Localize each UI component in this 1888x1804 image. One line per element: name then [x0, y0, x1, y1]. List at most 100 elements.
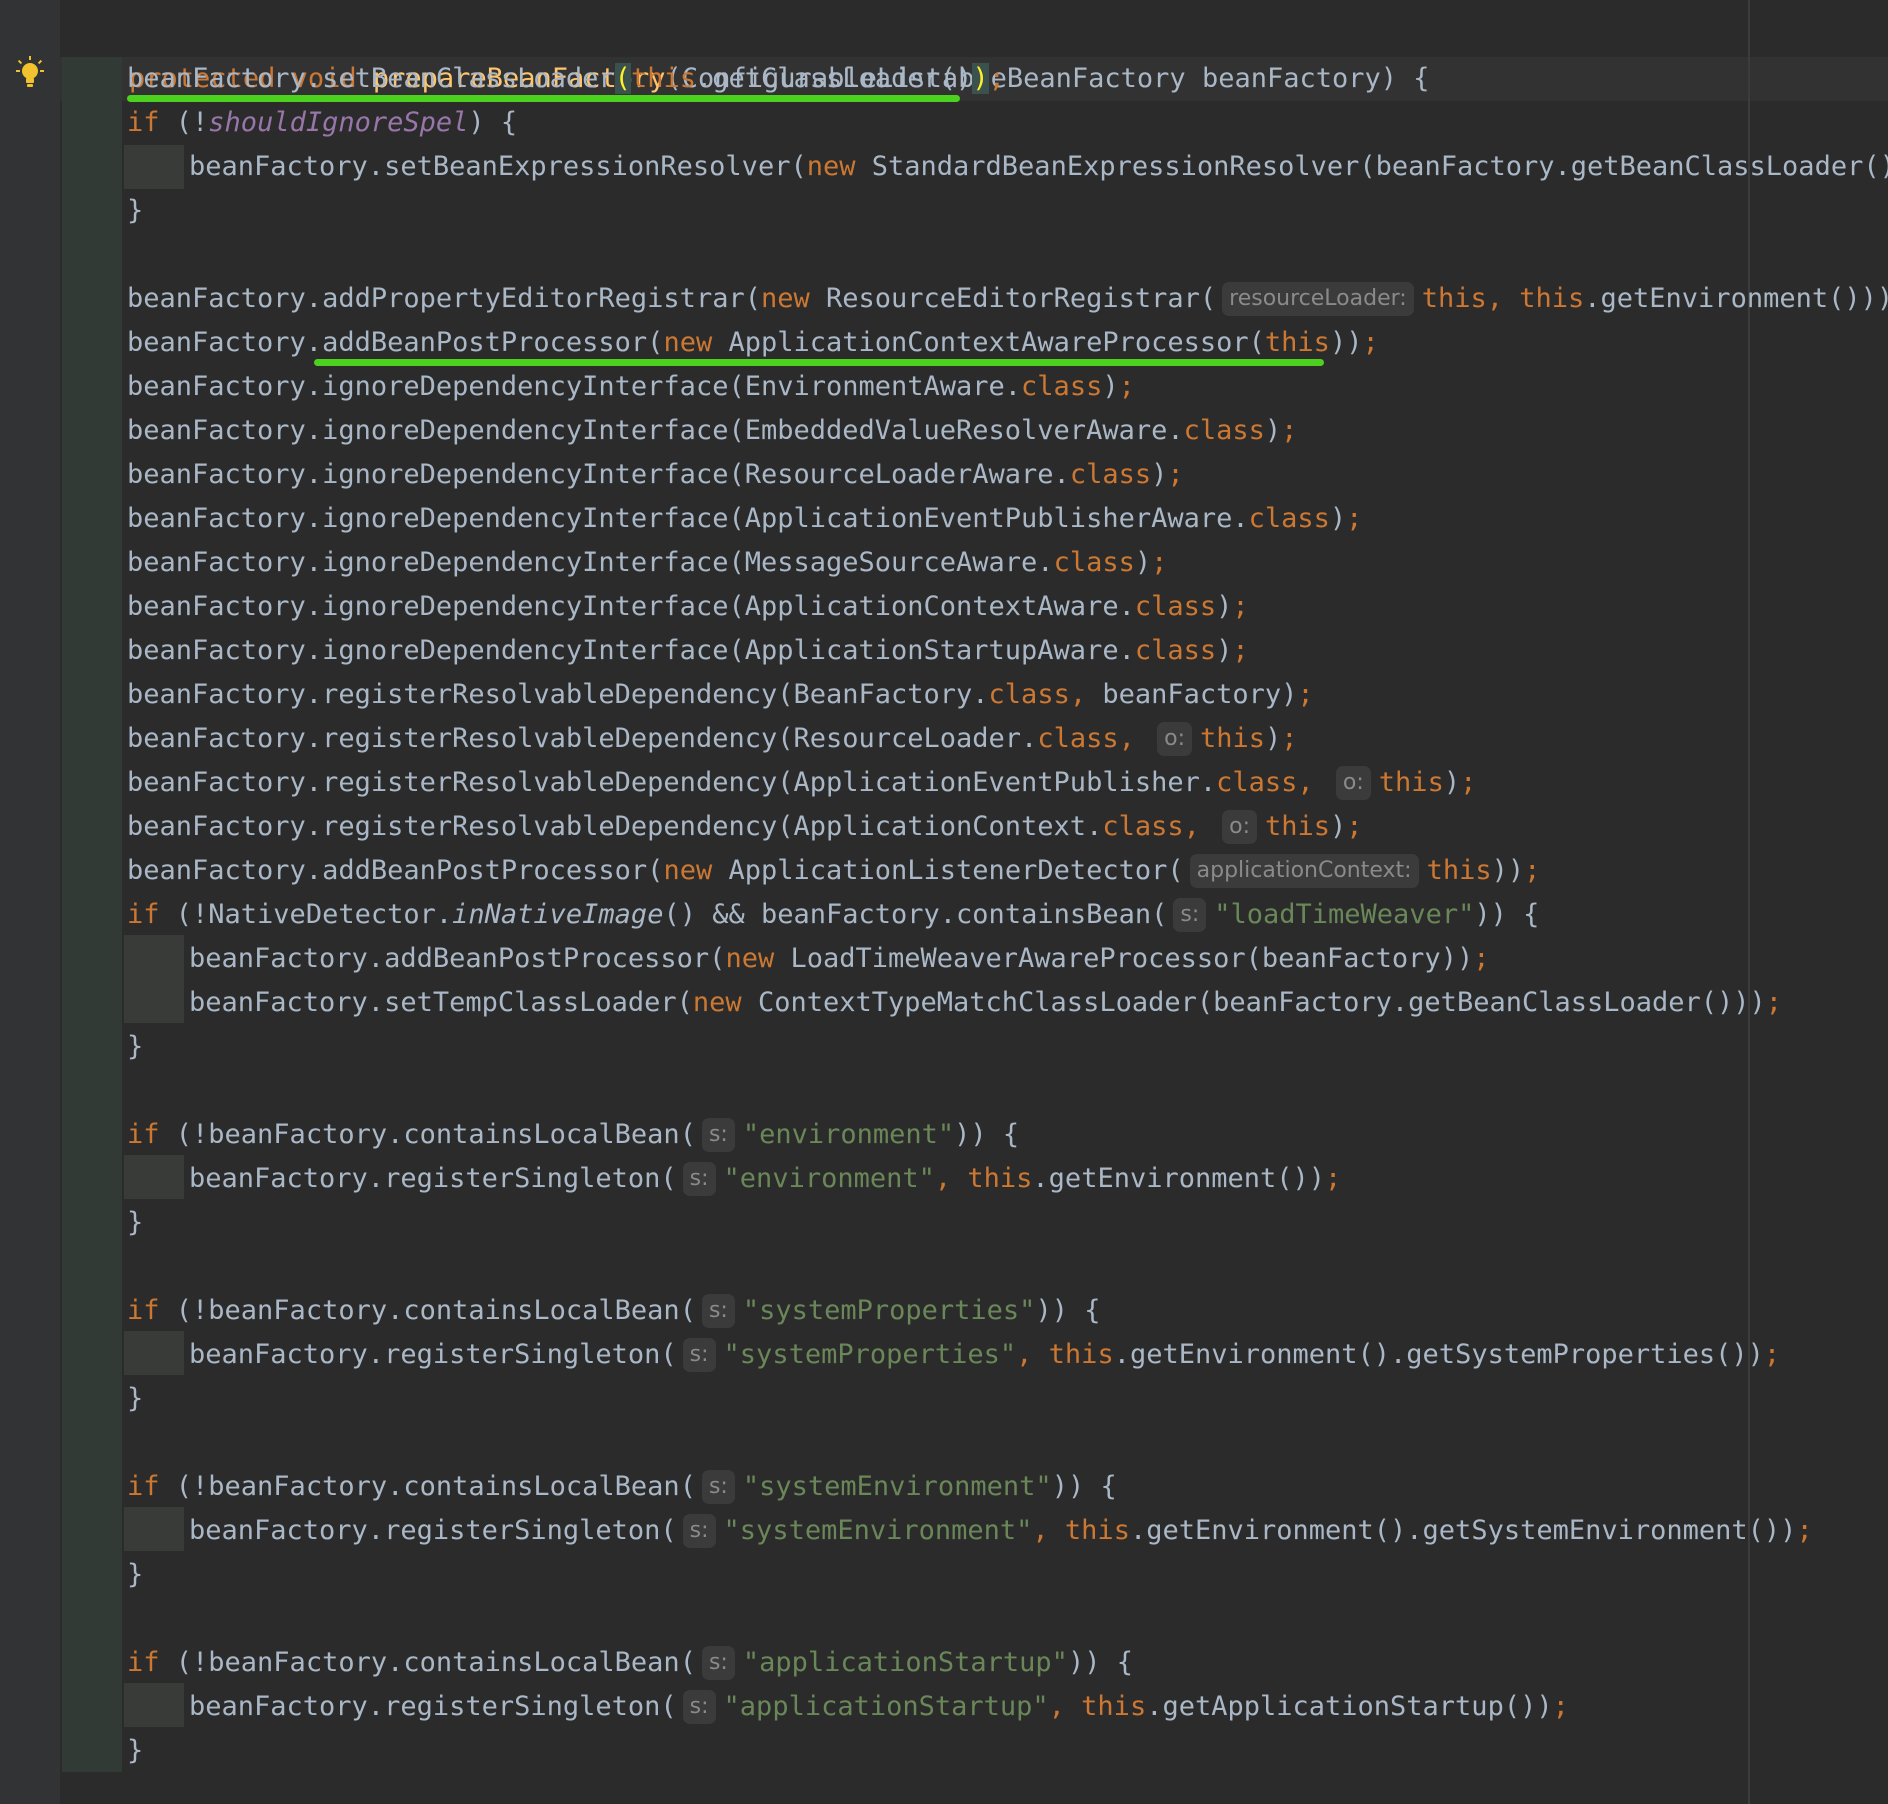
code-text: )) { — [1474, 899, 1540, 930]
code-text: } — [127, 1383, 144, 1414]
code-text: beanFactory.registerSingleton( — [189, 1163, 677, 1194]
code-line[interactable]: } — [127, 1377, 143, 1421]
editor-gutter[interactable] — [0, 0, 60, 1804]
code-line[interactable]: } — [127, 1729, 143, 1773]
code-text: beanFactory.registerResolvableDependency… — [127, 723, 1038, 754]
keyword: this — [1519, 283, 1585, 314]
code-line[interactable]: if (!beanFactory.containsLocalBean(s: "sy… — [127, 1465, 1117, 1509]
code-line[interactable]: beanFactory.setTempClassLoader(new Conte… — [189, 981, 1782, 1025]
parameter-hint: s: — [701, 1470, 735, 1504]
comma: , — [1016, 1339, 1049, 1370]
code-line[interactable]: beanFactory.ignoreDependencyInterface(Em… — [127, 409, 1297, 453]
code-text: .getApplicationStartup()) — [1146, 1691, 1553, 1722]
string-literal: "applicationStartup" — [723, 1691, 1049, 1722]
code-line[interactable]: if (!shouldIgnoreSpel) { — [127, 101, 517, 145]
static-method: inNativeImage — [452, 899, 664, 930]
code-text: (!beanFactory.containsLocalBean( — [159, 1647, 696, 1678]
indent-block — [124, 1507, 184, 1551]
code-line[interactable]: beanFactory.registerResolvableDependency… — [127, 717, 1298, 761]
code-line[interactable]: beanFactory.registerResolvableDependency… — [127, 761, 1476, 805]
code-text: beanFactory.ignoreDependencyInterface(Ap… — [127, 635, 1135, 666]
code-text: beanFactory.ignoreDependencyInterface(Ap… — [127, 503, 1249, 534]
semicolon: ; — [1232, 591, 1249, 622]
code-text: ) — [1151, 459, 1168, 490]
code-line[interactable]: beanFactory.ignoreDependencyInterface(En… — [127, 365, 1135, 409]
semicolon: ; — [1524, 855, 1541, 886]
code-line[interactable]: } — [127, 1553, 143, 1597]
parameter-hint: applicationContext: — [1189, 854, 1419, 888]
code-text: ApplicationListenerDetector( — [712, 855, 1184, 886]
code-text: beanFactory.ignoreDependencyInterface(En… — [127, 371, 1022, 402]
keyword: if — [127, 899, 160, 930]
code-line[interactable]: beanFactory.ignoreDependencyInterface(Ap… — [127, 629, 1249, 673]
keyword: class — [1248, 503, 1330, 534]
keyword: this — [967, 1163, 1033, 1194]
semicolon: ; — [1765, 987, 1783, 1018]
code-line[interactable]: if (!NativeDetector.inNativeImage() && b… — [127, 893, 1539, 937]
code-text: beanFactory.registerResolvableDependency… — [127, 811, 1103, 842]
code-line[interactable]: beanFactory.setBeanExpressionResolver(ne… — [189, 145, 1888, 189]
code-line[interactable]: beanFactory.registerResolvableDependency… — [127, 673, 1314, 717]
code-line[interactable]: beanFactory.addBeanPostProcessor(new App… — [127, 849, 1540, 893]
indent-block — [124, 145, 184, 189]
code-line[interactable]: beanFactory.ignoreDependencyInterface(Ap… — [127, 497, 1362, 541]
semicolon: ; — [1796, 1515, 1813, 1546]
parameter-hint: s: — [682, 1514, 716, 1548]
code-line[interactable]: beanFactory.ignoreDependencyInterface(Ap… — [127, 585, 1249, 629]
keyword: class — [1183, 415, 1265, 446]
semicolon: ; — [1460, 767, 1477, 798]
code-text: beanFactory.setBeanExpressionResolver( — [189, 151, 807, 182]
code-text: LoadTimeWeaverAwareProcessor(beanFactory… — [774, 943, 1474, 974]
semicolon: ; — [1325, 1163, 1342, 1194]
keyword: class — [1037, 723, 1119, 754]
parameter-hint: s: — [1173, 898, 1207, 932]
indent-block — [124, 979, 184, 1023]
code-line[interactable]: } — [127, 1025, 143, 1069]
code-editor[interactable]: protected void prepareBeanFactory(Config… — [0, 0, 1888, 1804]
code-line[interactable]: beanFactory.registerResolvableDependency… — [127, 805, 1363, 849]
code-line[interactable]: beanFactory.addBeanPostProcessor(new Loa… — [189, 937, 1489, 981]
code-line[interactable]: if (!beanFactory.containsLocalBean(s: "ap… — [127, 1641, 1133, 1685]
keyword: this — [1426, 855, 1492, 886]
code-text: )) — [1329, 327, 1363, 358]
code-text: beanFactory.setTempClassLoader( — [189, 987, 693, 1018]
lightbulb-icon[interactable] — [14, 56, 46, 92]
semicolon: ; — [1281, 415, 1298, 446]
code-text: beanFactory.addBeanPostProcessor( — [127, 855, 664, 886]
code-text: } — [127, 1031, 144, 1062]
keyword: this — [1081, 1691, 1147, 1722]
code-line[interactable]: beanFactory.registerSingleton(s: "applica… — [189, 1685, 1569, 1729]
parameter-hint: o: — [1157, 722, 1192, 756]
code-line[interactable]: beanFactory.registerSingleton(s: "environ… — [189, 1157, 1341, 1201]
string-literal: "environment" — [742, 1119, 955, 1150]
parameter-hint: s: — [682, 1338, 716, 1372]
matched-paren: ( — [614, 63, 631, 94]
keyword: class — [988, 679, 1070, 710]
code-line[interactable]: if (!beanFactory.containsLocalBean(s: "sy… — [127, 1289, 1100, 1333]
code-line[interactable]: beanFactory.registerSingleton(s: "systemP… — [189, 1333, 1780, 1377]
code-line[interactable]: beanFactory.ignoreDependencyInterface(Me… — [127, 541, 1167, 585]
keyword: class — [1021, 371, 1103, 402]
code-line-signature[interactable]: protected void prepareBeanFactory(Config… — [64, 13, 1430, 94]
code-line[interactable]: } — [127, 1201, 143, 1245]
semicolon: ; — [988, 63, 1005, 94]
code-line[interactable]: beanFactory.addPropertyEditorRegistrar(n… — [127, 277, 1888, 321]
code-text: () && beanFactory.containsBean( — [663, 899, 1168, 930]
keyword: class — [1134, 591, 1217, 622]
keyword: class — [1069, 459, 1152, 490]
parameter-hint: s: — [682, 1690, 716, 1724]
code-text: (!beanFactory.containsLocalBean( — [159, 1471, 696, 1502]
keyword: this — [1421, 283, 1487, 314]
code-text: beanFactory.addBeanPostProcessor( — [127, 327, 664, 358]
code-line[interactable]: if (!beanFactory.containsLocalBean(s: "en… — [127, 1113, 1019, 1157]
comma: , — [1486, 283, 1520, 314]
semicolon: ; — [1297, 679, 1314, 710]
comma: , — [1297, 767, 1330, 798]
code-line[interactable]: beanFactory.ignoreDependencyInterface(Re… — [127, 453, 1184, 497]
field-name: shouldIgnoreSpel — [208, 107, 469, 138]
indent-block — [124, 1155, 184, 1199]
code-text: .getEnvironment().getSystemProperties()) — [1113, 1339, 1764, 1370]
code-text: (!beanFactory.containsLocalBean( — [159, 1119, 696, 1150]
code-line[interactable]: } — [127, 189, 143, 233]
code-line[interactable]: beanFactory.registerSingleton(s: "systemE… — [189, 1509, 1813, 1553]
